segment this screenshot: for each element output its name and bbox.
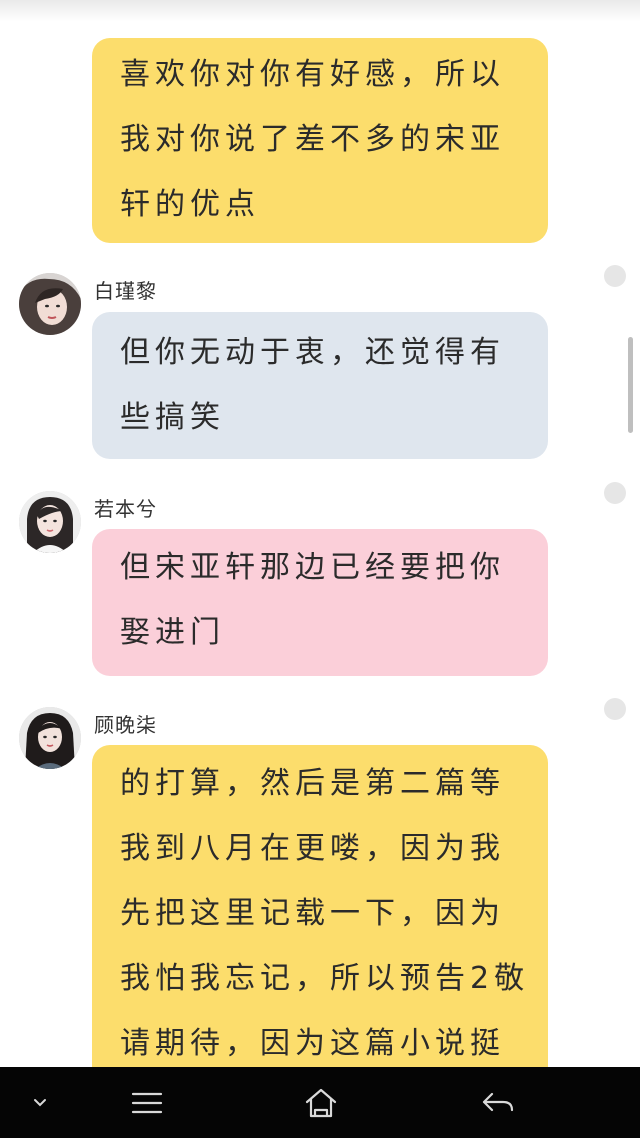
message-text-line: 轩的优点: [120, 187, 260, 222]
chevron-down-icon: [34, 1098, 46, 1106]
message-text-line: 娶进门: [120, 615, 225, 650]
message-bubble[interactable]: 的打算，然后是第二篇等 我到八月在更喽，因为我 先把这里记载一下，因为 我怕我忘…: [92, 745, 548, 1085]
message-dot: [604, 698, 626, 720]
message-text-line: 但宋亚轩那边已经要把你: [120, 550, 505, 585]
message-text-line: 我对你说了差不多的宋亚: [120, 122, 505, 157]
home-icon: [305, 1088, 337, 1117]
chat-screen: 喜欢你对你有好感，所以 我对你说了差不多的宋亚 轩的优点 白瑾黎 但你无动于衷，…: [0, 0, 640, 1138]
menu-icon: [131, 1092, 163, 1113]
message-bubble[interactable]: 但宋亚轩那边已经要把你 娶进门: [92, 529, 548, 676]
message-dot: [604, 265, 626, 287]
message-text-line: 先把这里记载一下，因为: [120, 896, 505, 931]
back-icon: [482, 1092, 514, 1111]
message-text-line: 但你无动于衷，还觉得有: [120, 335, 505, 370]
avatar-image: [19, 491, 81, 553]
sender-name: 若本兮: [94, 497, 157, 521]
avatar-image: [19, 707, 81, 769]
message-text-line: 的打算，然后是第二篇等: [120, 766, 505, 801]
nav-home-button[interactable]: [281, 1067, 361, 1138]
avatar[interactable]: [19, 491, 81, 553]
nav-collapse-button[interactable]: [0, 1067, 80, 1138]
sender-name: 白瑾黎: [94, 279, 157, 303]
message-bubble[interactable]: 喜欢你对你有好感，所以 我对你说了差不多的宋亚 轩的优点: [92, 38, 548, 243]
nav-menu-button[interactable]: [107, 1067, 187, 1138]
message-text-line: 我怕我忘记，所以预告2敬: [120, 961, 530, 996]
avatar[interactable]: [19, 273, 81, 335]
avatar-image: [19, 273, 81, 335]
avatar[interactable]: [19, 707, 81, 769]
navigation-bar: [0, 1067, 640, 1138]
message-dot: [604, 482, 626, 504]
message-text-line: 喜欢你对你有好感，所以: [120, 57, 505, 92]
status-bar: [0, 0, 640, 22]
message-text-line: 我到八月在更喽，因为我: [120, 831, 505, 866]
message-bubble[interactable]: 但你无动于衷，还觉得有 些搞笑: [92, 312, 548, 459]
nav-back-button[interactable]: [458, 1067, 538, 1138]
message-text-line: 些搞笑: [120, 400, 225, 435]
scrollbar[interactable]: [628, 337, 633, 433]
sender-name: 顾晚柒: [94, 713, 157, 737]
